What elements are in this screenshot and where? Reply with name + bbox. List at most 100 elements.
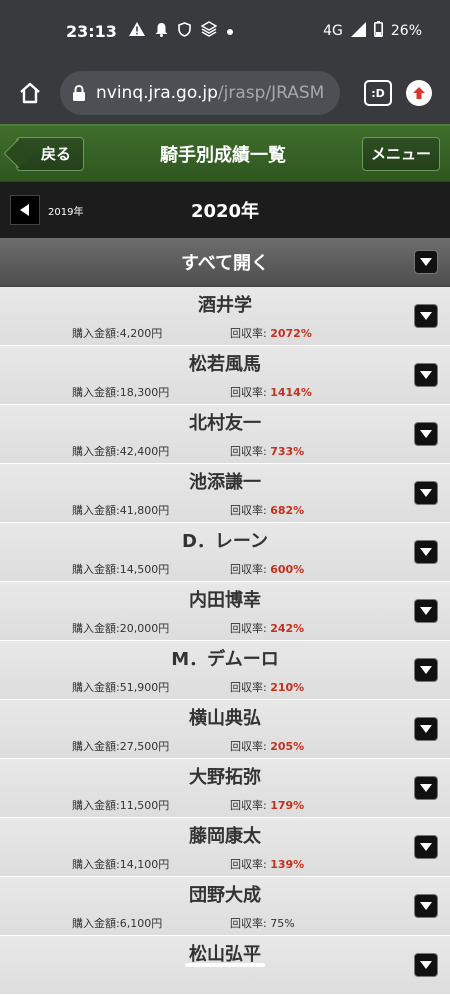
expand-icon[interactable] — [414, 776, 438, 800]
expand-icon[interactable] — [414, 422, 438, 446]
purchase-value: 14,100円 — [119, 858, 170, 871]
purchase-value: 51,900円 — [119, 681, 170, 694]
recovery-label: 回収率: — [230, 740, 271, 753]
list-item[interactable]: 酒井学 購入金額:4,200円 回収率: 2072% — [0, 287, 450, 346]
recovery-rate: 回収率: 210% — [230, 679, 304, 695]
expand-icon[interactable] — [414, 599, 438, 623]
recovery-value: 242% — [270, 622, 305, 635]
jockey-name: 団野大成 — [189, 885, 261, 906]
status-bar: 23:13 4G 26% — [0, 0, 450, 62]
purchase-value: 18,300円 — [119, 386, 170, 399]
recovery-value: 600% — [270, 563, 305, 576]
warning-icon — [128, 22, 145, 40]
home-button[interactable] — [10, 73, 50, 113]
expand-icon[interactable] — [414, 835, 438, 859]
expand-icon[interactable] — [414, 363, 438, 387]
page-header: 戻る 騎手別成績一覧 メニュー — [0, 124, 450, 182]
purchase-label: 購入金額: — [72, 622, 120, 635]
expand-icon[interactable] — [414, 717, 438, 741]
expand-icon[interactable] — [414, 894, 438, 918]
list-item[interactable]: M．デムーロ 購入金額:51,900円 回収率: 210% — [0, 641, 450, 700]
battery-icon — [373, 21, 383, 41]
network-type: 4G — [323, 23, 343, 39]
purchase-label: 購入金額: — [72, 445, 120, 458]
tab-switcher-button[interactable]: :D — [364, 80, 392, 106]
jockey-name: 内田博幸 — [189, 590, 261, 611]
recovery-value: 682% — [270, 504, 305, 517]
recovery-value: 139% — [270, 858, 305, 871]
chevron-left-icon — [10, 195, 40, 225]
recovery-value: 75% — [270, 917, 295, 930]
purchase-label: 購入金額: — [72, 386, 120, 399]
expand-icon[interactable] — [414, 304, 438, 328]
recovery-rate: 回収率: 600% — [230, 561, 304, 577]
list-item[interactable]: 大野拓弥 購入金額:11,500円 回収率: 179% — [0, 759, 450, 818]
purchase-label: 購入金額: — [72, 504, 120, 517]
arrow-up-icon — [413, 87, 425, 99]
dot-icon — [226, 23, 233, 39]
recovery-label: 回収率: — [230, 681, 271, 694]
bell-icon — [155, 22, 168, 41]
list-item[interactable]: 北村友一 購入金額:42,400円 回収率: 733% — [0, 405, 450, 464]
jockey-name: M．デムーロ — [171, 649, 279, 670]
prev-year-button[interactable]: 2019年 — [10, 195, 83, 225]
browser-toolbar: nvinq.jra.go.jp/jrasp/JRASM :D — [0, 62, 450, 124]
list-item[interactable]: 池添謙一 購入金額:41,800円 回収率: 682% — [0, 464, 450, 523]
lock-icon — [73, 85, 85, 101]
recovery-value: 2072% — [270, 327, 312, 340]
recovery-value: 205% — [270, 740, 305, 753]
purchase-amount: 購入金額:42,400円 — [72, 443, 169, 459]
url-field[interactable]: nvinq.jra.go.jp/jrasp/JRASM — [60, 71, 340, 115]
list-item[interactable]: 内田博幸購入金額:20,000円 回収率: 242% — [0, 582, 450, 641]
expand-icon[interactable] — [414, 658, 438, 682]
recovery-rate: 回収率: 139% — [230, 856, 304, 872]
recovery-rate: 回収率: 242% — [230, 620, 304, 636]
recovery-value: 210% — [270, 681, 305, 694]
recovery-label: 回収率: — [230, 386, 271, 399]
purchase-label: 購入金額: — [72, 858, 120, 871]
purchase-value: 6,100円 — [119, 917, 163, 930]
expand-icon[interactable] — [414, 540, 438, 564]
purchase-value: 20,000円 — [119, 622, 170, 635]
recovery-rate: 回収率: 2072% — [230, 325, 312, 341]
open-all-bar[interactable]: すべて開く — [0, 238, 450, 287]
recovery-rate: 回収率: 733% — [230, 443, 304, 459]
status-time: 23:13 — [66, 21, 117, 41]
purchase-amount: 購入金額:20,000円 — [72, 620, 169, 636]
list-item[interactable]: 横山典弘 購入金額:27,500円 回収率: 205% — [0, 700, 450, 759]
url-host: nvinq.jra.go.jp — [96, 83, 218, 103]
jockey-list: 酒井学 購入金額:4,200円 回収率: 2072% 松若風馬 購入金額:18,300円… — [0, 287, 450, 995]
recovery-label: 回収率: — [230, 858, 271, 871]
purchase-value: 11,500円 — [119, 799, 170, 812]
jockey-name: 松若風馬 — [189, 354, 261, 375]
list-item[interactable]: D．レーン 購入金額:14,500円 回収率: 600% — [0, 523, 450, 582]
expand-all-icon[interactable] — [414, 250, 438, 274]
list-item[interactable]: 藤岡康太 購入金額:14,100円 回収率: 139% — [0, 818, 450, 877]
list-item[interactable]: 松若風馬購入金額:18,300円 回収率: 1414% — [0, 346, 450, 405]
back-button[interactable]: 戻る — [16, 136, 85, 171]
recovery-value: 179% — [270, 799, 305, 812]
url-path: /jrasp/JRASM — [217, 83, 325, 103]
purchase-amount: 購入金額:14,100円 — [72, 856, 169, 872]
menu-button[interactable]: メニュー — [361, 136, 440, 171]
recovery-label: 回収率: — [230, 799, 271, 812]
purchase-amount: 購入金額:11,500円 — [72, 797, 169, 813]
recovery-rate: 回収率: 179% — [230, 797, 304, 813]
jockey-name: D．レーン — [181, 531, 269, 552]
shield-icon — [178, 21, 191, 41]
layers-icon — [200, 21, 218, 41]
gesture-nav-bar[interactable] — [185, 963, 265, 967]
purchase-value: 42,400円 — [119, 445, 170, 458]
recovery-value: 1414% — [270, 386, 312, 399]
recovery-rate: 回収率: 205% — [230, 738, 304, 754]
prev-year-label: 2019年 — [48, 206, 84, 218]
purchase-amount: 購入金額:18,300円 — [72, 384, 169, 400]
recovery-label: 回収率: — [230, 622, 271, 635]
update-button[interactable] — [406, 80, 432, 106]
expand-icon[interactable] — [414, 953, 438, 977]
expand-icon[interactable] — [414, 481, 438, 505]
open-all-label: すべて開く — [180, 253, 270, 274]
purchase-value: 14,500円 — [119, 563, 170, 576]
list-item[interactable]: 団野大成 購入金額:6,100円 回収率: 75% — [0, 877, 450, 936]
purchase-label: 購入金額: — [72, 740, 120, 753]
